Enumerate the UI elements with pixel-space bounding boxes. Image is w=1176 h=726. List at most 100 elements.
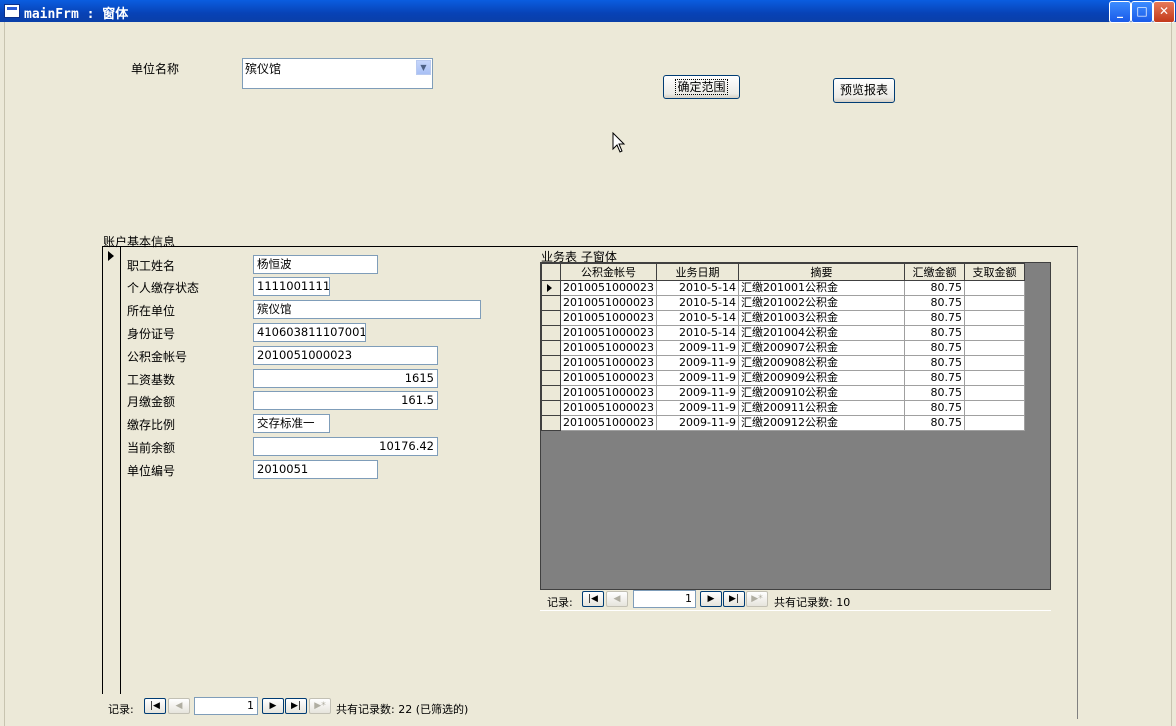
table-cell[interactable]: 80.75	[903, 340, 965, 356]
select-all-corner[interactable]	[541, 263, 561, 281]
row-selector[interactable]	[541, 280, 561, 296]
column-header[interactable]: 汇缴金额	[903, 263, 965, 281]
table-cell[interactable]: 汇缴200908公积金	[737, 355, 905, 371]
current-balance-field[interactable]: 10176.42	[253, 437, 438, 456]
table-cell[interactable]: 汇缴201002公积金	[737, 295, 905, 311]
employer-field[interactable]: 殡仪馆	[253, 300, 481, 319]
row-selector[interactable]	[541, 415, 561, 431]
salary-base-field[interactable]: 1615	[253, 369, 438, 388]
table-row[interactable]: 2010051000023 2010-5-14 汇缴201002公积金 80.75	[541, 295, 1025, 311]
table-cell[interactable]: 2009-11-9	[655, 400, 739, 416]
row-selector[interactable]	[541, 325, 561, 341]
table-row[interactable]: 2010051000023 2009-11-9 汇缴200911公积金 80.75	[541, 400, 1025, 416]
fund-account-field[interactable]: 2010051000023	[253, 346, 438, 365]
table-cell[interactable]: 2009-11-9	[655, 385, 739, 401]
previous-record-icon[interactable]: ◀	[606, 591, 628, 607]
table-cell[interactable]: 2009-11-9	[655, 415, 739, 431]
table-cell[interactable]: 2010-5-14	[655, 280, 739, 296]
table-row[interactable]: 2010051000023 2010-5-14 汇缴201001公积金 80.75	[541, 280, 1025, 296]
confirm-range-button[interactable]: 确定范围	[663, 75, 740, 99]
new-record-icon[interactable]: ▶*	[309, 698, 331, 714]
row-selector[interactable]	[541, 400, 561, 416]
row-selector[interactable]	[541, 355, 561, 371]
row-selector[interactable]	[541, 310, 561, 326]
table-cell[interactable]: 汇缴200907公积金	[737, 340, 905, 356]
table-cell[interactable]: 2010051000023	[560, 340, 657, 356]
table-cell[interactable]: 80.75	[903, 280, 965, 296]
table-cell[interactable]: 2010051000023	[560, 400, 657, 416]
first-record-icon[interactable]: |◀	[582, 591, 604, 607]
table-cell[interactable]: 2010051000023	[560, 325, 657, 341]
next-record-icon[interactable]: ▶	[262, 698, 284, 714]
table-cell[interactable]	[963, 385, 1025, 401]
table-cell[interactable]: 2009-11-9	[655, 340, 739, 356]
table-cell[interactable]: 2010051000023	[560, 370, 657, 386]
table-row[interactable]: 2010051000023 2010-5-14 汇缴201004公积金 80.75	[541, 325, 1025, 341]
id-number-field[interactable]: 410603811107001	[253, 323, 366, 342]
deposit-ratio-field[interactable]: 交存标准一	[253, 414, 330, 433]
first-record-icon[interactable]: |◀	[144, 698, 166, 714]
table-cell[interactable]: 汇缴200910公积金	[737, 385, 905, 401]
table-cell[interactable]: 汇缴201001公积金	[737, 280, 905, 296]
table-cell[interactable]: 2009-11-9	[655, 370, 739, 386]
last-record-icon[interactable]: ▶|	[285, 698, 307, 714]
preview-report-button[interactable]: 预览报表	[833, 78, 895, 103]
table-cell[interactable]: 2010-5-14	[655, 295, 739, 311]
deposit-status-field[interactable]: 111100111111	[253, 277, 330, 296]
row-selector[interactable]	[541, 340, 561, 356]
monthly-payment-field[interactable]: 161.5	[253, 391, 438, 410]
table-cell[interactable]: 80.75	[903, 370, 965, 386]
table-cell[interactable]	[963, 370, 1025, 386]
minimize-button[interactable]: _	[1109, 1, 1131, 23]
table-cell[interactable]: 80.75	[903, 325, 965, 341]
row-selector[interactable]	[541, 295, 561, 311]
table-cell[interactable]	[963, 400, 1025, 416]
unit-code-field[interactable]: 2010051	[253, 460, 378, 479]
table-cell[interactable]: 2010051000023	[560, 280, 657, 296]
table-cell[interactable]	[963, 415, 1025, 431]
column-header[interactable]: 摘要	[737, 263, 905, 281]
table-row[interactable]: 2010051000023 2010-5-14 汇缴201003公积金 80.75	[541, 310, 1025, 326]
column-header[interactable]: 公积金帐号	[560, 263, 657, 281]
column-header[interactable]: 业务日期	[655, 263, 739, 281]
table-cell[interactable]: 汇缴200911公积金	[737, 400, 905, 416]
table-cell[interactable]: 2010051000023	[560, 310, 657, 326]
table-cell[interactable]: 2010051000023	[560, 295, 657, 311]
table-cell[interactable]	[963, 325, 1025, 341]
table-cell[interactable]	[963, 340, 1025, 356]
maximize-button[interactable]: □	[1131, 1, 1153, 23]
table-row[interactable]: 2010051000023 2009-11-9 汇缴200910公积金 80.75	[541, 385, 1025, 401]
table-cell[interactable]: 80.75	[903, 385, 965, 401]
table-cell[interactable]: 80.75	[903, 400, 965, 416]
table-cell[interactable]: 2010-5-14	[655, 310, 739, 326]
record-selector[interactable]	[102, 247, 121, 694]
table-cell[interactable]: 汇缴201004公积金	[737, 325, 905, 341]
row-selector[interactable]	[541, 370, 561, 386]
table-cell[interactable]: 汇缴200912公积金	[737, 415, 905, 431]
table-row[interactable]: 2010051000023 2009-11-9 汇缴200909公积金 80.75	[541, 370, 1025, 386]
close-button[interactable]: ✕	[1153, 1, 1175, 23]
employee-name-field[interactable]: 杨恒波	[253, 255, 378, 274]
table-cell[interactable]	[963, 355, 1025, 371]
row-selector[interactable]	[541, 385, 561, 401]
table-cell[interactable]: 2010051000023	[560, 385, 657, 401]
table-cell[interactable]: 80.75	[903, 415, 965, 431]
unit-name-combobox[interactable]: 殡仪馆 ▼	[242, 58, 433, 89]
table-cell[interactable]: 2010051000023	[560, 415, 657, 431]
record-number-input[interactable]: 1	[633, 590, 696, 608]
table-cell[interactable]: 80.75	[903, 355, 965, 371]
record-number-input[interactable]: 1	[194, 697, 258, 715]
previous-record-icon[interactable]: ◀	[168, 698, 190, 714]
business-datasheet[interactable]: 公积金帐号 业务日期 摘要 汇缴金额 支取金额 2010051000023 201…	[540, 262, 1051, 590]
table-cell[interactable]: 2010-5-14	[655, 325, 739, 341]
table-cell[interactable]: 2009-11-9	[655, 355, 739, 371]
table-cell[interactable]: 汇缴200909公积金	[737, 370, 905, 386]
chevron-down-icon[interactable]: ▼	[416, 60, 431, 75]
table-cell[interactable]: 80.75	[903, 295, 965, 311]
table-cell[interactable]: 80.75	[903, 310, 965, 326]
title-bar[interactable]: mainFrm : 窗体 _ □ ✕	[0, 0, 1176, 23]
new-record-icon[interactable]: ▶*	[746, 591, 768, 607]
column-header[interactable]: 支取金额	[963, 263, 1025, 281]
table-cell[interactable]	[963, 310, 1025, 326]
table-row[interactable]: 2010051000023 2009-11-9 汇缴200908公积金 80.75	[541, 355, 1025, 371]
